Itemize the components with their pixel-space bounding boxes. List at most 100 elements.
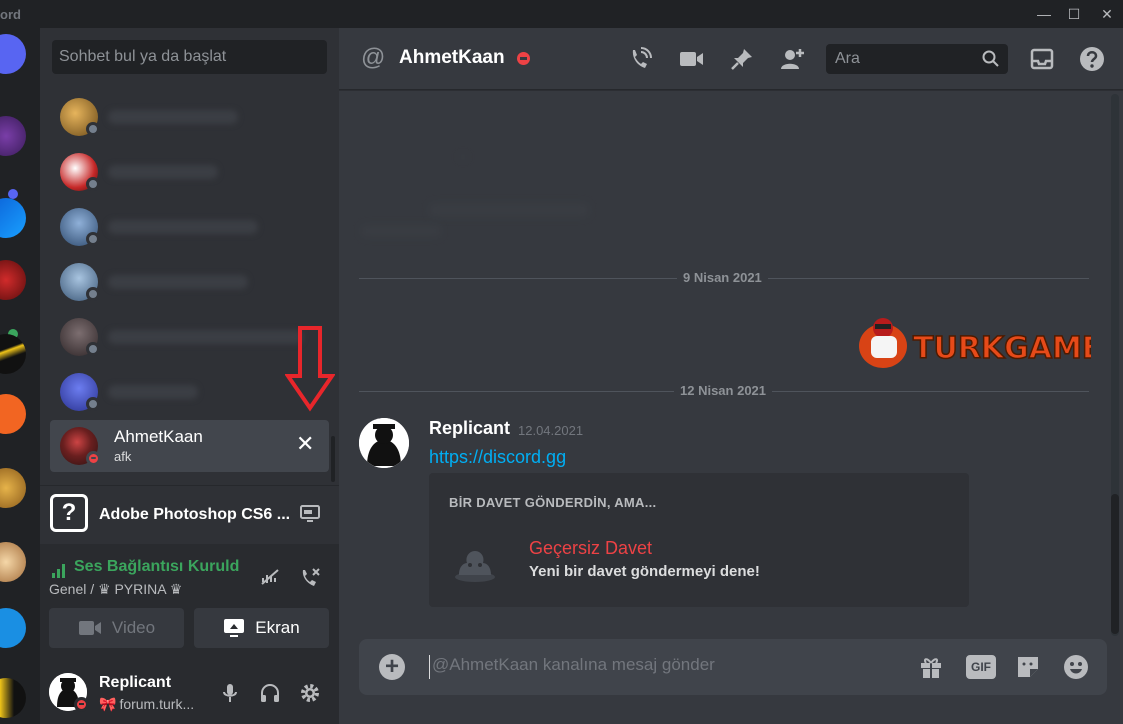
message-list: 9 Nisan 2021 TURKGAME 12 Nisan 2021 Repl… (339, 91, 1123, 631)
chat-header: @ AhmetKaan Ara (339, 28, 1123, 90)
date-label: 9 Nisan 2021 (677, 270, 768, 286)
video-label: Video (111, 618, 156, 637)
offline-status-icon (86, 122, 100, 136)
disconnect-call-icon[interactable] (298, 566, 322, 590)
title-bar: ord — ☐ ✕ (0, 0, 1123, 28)
search-icon (982, 50, 999, 67)
dm-list-item-active[interactable]: AhmetKaan afk ✕ (50, 420, 329, 472)
maximize-button[interactable]: ☐ (1064, 4, 1084, 24)
sticker-icon[interactable] (1014, 653, 1042, 681)
chat-scrollbar[interactable] (1111, 94, 1119, 636)
server-icon[interactable] (0, 116, 26, 156)
banner-text: TURKGAME (913, 331, 1091, 366)
microphone-icon[interactable] (218, 681, 242, 705)
chat-scrollbar-thumb[interactable] (1111, 494, 1119, 634)
inbox-icon[interactable] (1029, 46, 1055, 72)
server-icon[interactable] (0, 678, 26, 718)
message-input[interactable]: @AhmetKaan kanalına mesaj gönder (429, 655, 909, 679)
offline-status-icon (86, 287, 100, 301)
offline-status-icon (86, 177, 100, 191)
close-window-button[interactable]: ✕ (1097, 4, 1117, 24)
headphones-icon[interactable] (258, 681, 282, 705)
message-timestamp: 12.04.2021 (518, 423, 584, 438)
minimize-button[interactable]: — (1034, 4, 1054, 24)
server-list (0, 28, 40, 724)
sidebar-scrollbar[interactable] (331, 436, 335, 482)
help-icon[interactable] (1079, 46, 1105, 72)
turkgame-banner-image: TURKGAME (859, 318, 1091, 368)
dm-list-item[interactable] (50, 257, 330, 307)
invite-title: Geçersiz Davet (529, 538, 653, 558)
voice-connected-label[interactable]: Ses Bağlantısı Kuruldu (74, 558, 239, 576)
screen-share-icon (224, 619, 245, 637)
offline-status-icon (86, 397, 100, 411)
video-button[interactable]: Video (49, 608, 184, 648)
blurred-name (108, 220, 258, 234)
blurred-name (108, 330, 303, 344)
camera-icon (78, 621, 101, 635)
blurred-name (108, 385, 198, 399)
unknown-game-icon: ? (50, 494, 88, 532)
gear-icon[interactable] (298, 681, 322, 705)
server-icon[interactable] (0, 334, 26, 374)
server-icon[interactable] (0, 542, 26, 582)
date-label: 12 Nisan 2021 (674, 383, 773, 399)
screen-share-icon[interactable] (298, 502, 322, 526)
user-custom-status: 🎀 forum.turk... (99, 696, 194, 713)
user-status-text: forum.turk... (119, 696, 195, 712)
ribbon-icon: 🎀 (99, 696, 117, 712)
dm-list-item[interactable] (50, 202, 330, 252)
screen-label: Ekran (255, 618, 300, 637)
blurred-name (108, 275, 248, 289)
username: Replicant (99, 674, 172, 691)
faded-content (361, 225, 441, 237)
chat-area: @ AhmetKaan Ara 9 Nisan 2021 TURKGAME 12… (339, 28, 1123, 724)
dm-status-text: afk (114, 449, 132, 464)
noise-suppression-icon[interactable] (258, 566, 282, 590)
gif-button[interactable]: GIF (966, 655, 996, 679)
dnd-status-icon (86, 451, 101, 466)
blurred-name (108, 165, 218, 179)
down-arrow-annotation-icon (285, 326, 335, 412)
pin-icon[interactable] (729, 46, 755, 72)
voice-channel-label[interactable]: Genel / ♛ PYRINA ♛ (49, 581, 182, 598)
voice-call-icon[interactable] (627, 46, 653, 72)
dm-search-input[interactable]: Sohbet bul ya da başlat (52, 40, 327, 74)
server-icon[interactable] (0, 198, 26, 238)
add-friend-icon[interactable] (779, 46, 805, 72)
header-search-input[interactable]: Ara (826, 44, 1008, 74)
header-search-placeholder: Ara (835, 50, 860, 67)
server-icon[interactable] (0, 394, 26, 434)
dm-list-item[interactable] (50, 147, 330, 197)
faded-content (429, 203, 589, 217)
emoji-icon[interactable] (1062, 653, 1090, 681)
dm-list-item[interactable] (50, 92, 330, 142)
server-icon[interactable] (0, 608, 26, 648)
channel-name: AhmetKaan (399, 47, 505, 68)
dm-sidebar: Sohbet bul ya da başlat AhmetKaan afk ✕ … (40, 28, 339, 724)
offline-status-icon (86, 232, 100, 246)
offline-status-icon (86, 342, 100, 356)
home-button[interactable] (0, 34, 26, 74)
avatar-portrait-icon (359, 418, 409, 468)
invalid-invite-icon (455, 551, 495, 582)
voice-connection-panel: Ses Bağlantısı Kuruldu Genel / ♛ PYRINA … (40, 544, 339, 662)
dm-name: AhmetKaan (114, 427, 203, 446)
dnd-status-icon (517, 52, 530, 65)
activity-title: Adobe Photoshop CS6 ... (99, 506, 291, 523)
server-icon[interactable] (0, 468, 26, 508)
message-composer: + @AhmetKaan kanalına mesaj gönder GIF (359, 639, 1107, 695)
gift-icon[interactable] (917, 653, 945, 681)
invite-subtitle: Yeni bir davet göndermeyi dene! (529, 563, 760, 580)
screen-share-button[interactable]: Ekran (194, 608, 329, 648)
close-dm-icon[interactable]: ✕ (296, 431, 314, 457)
invite-embed: BİR DAVET GÖNDERDİN, AMA... Geçersiz Dav… (429, 473, 969, 607)
add-attachment-button[interactable]: + (379, 654, 405, 680)
blurred-name (108, 110, 238, 124)
server-icon[interactable] (0, 260, 26, 300)
message-avatar[interactable] (359, 418, 409, 468)
message-link[interactable]: https://discord.gg (429, 447, 566, 468)
video-call-icon[interactable] (678, 46, 704, 72)
activity-panel: ? Adobe Photoshop CS6 ... (40, 485, 339, 543)
message-author[interactable]: Replicant (429, 418, 510, 439)
